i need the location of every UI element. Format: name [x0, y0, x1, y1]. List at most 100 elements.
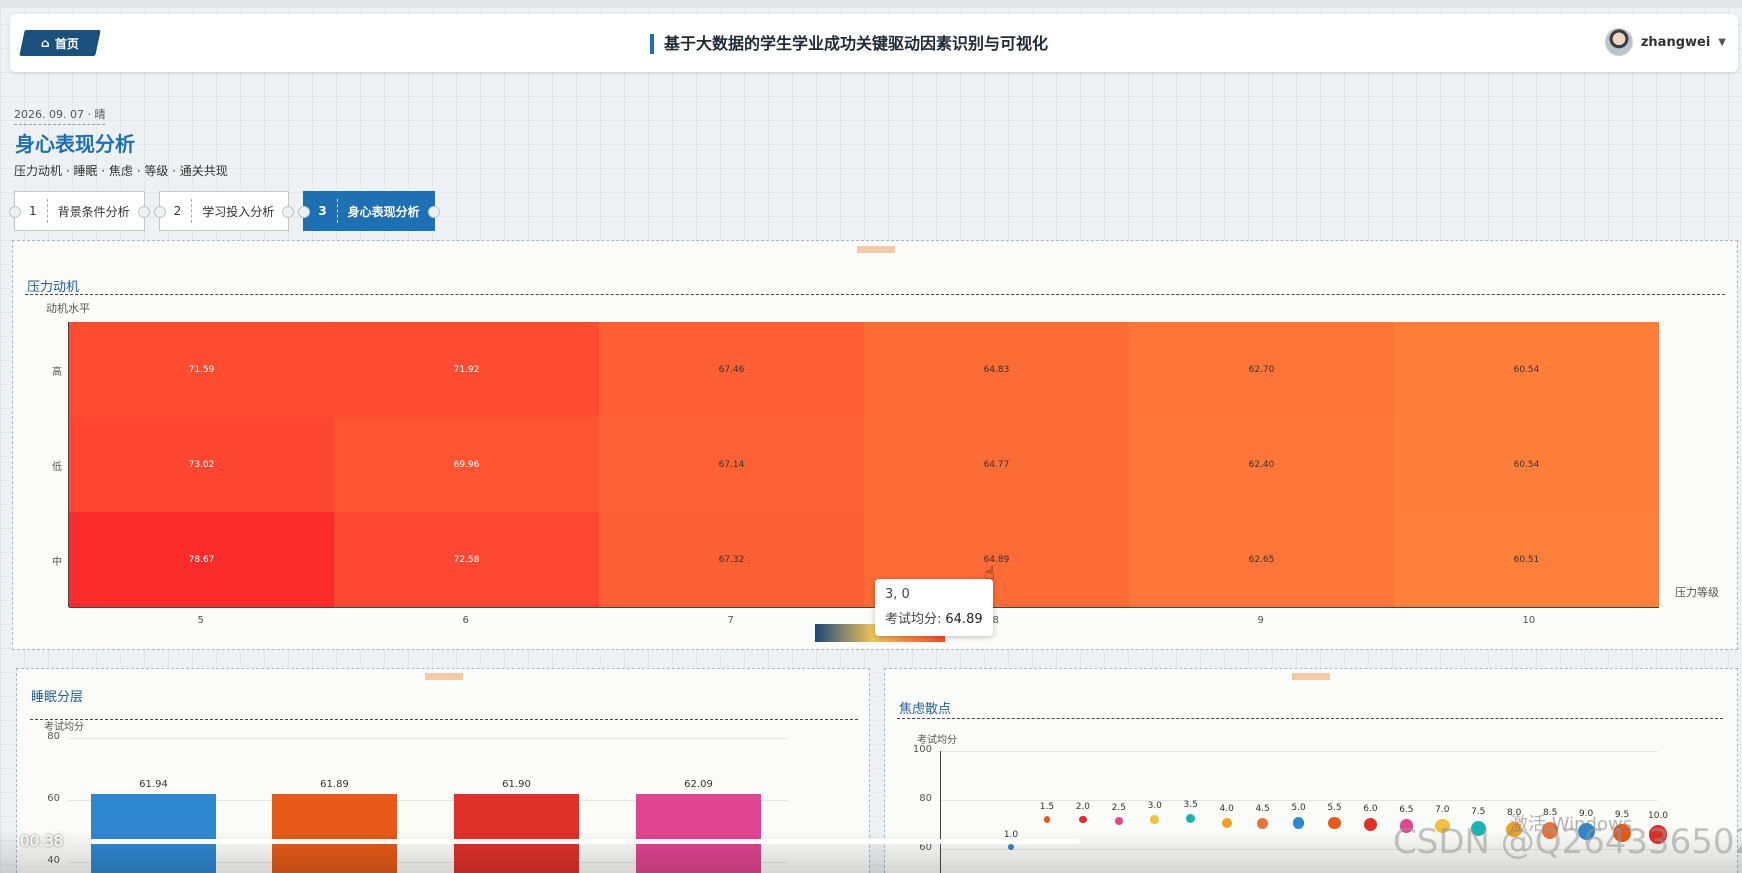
- heatmap-cell: 69.96: [334, 417, 599, 512]
- y-tick-label: 低: [52, 461, 62, 473]
- point-label: 3.0: [1147, 801, 1162, 812]
- point-label: 5.5: [1327, 803, 1342, 814]
- hand-cursor-icon: ☝: [984, 563, 995, 584]
- step-tabs: 1 背景条件分析 2 学习投入分析 3 身心表现分析: [9, 191, 441, 231]
- heatmap-cell: 72.58: [334, 512, 599, 607]
- page-subtitle: 压力动机 · 睡眠 · 焦虑 · 等级 · 通关共现: [14, 164, 228, 178]
- point-label: 4.0: [1219, 804, 1234, 815]
- y-tick-label: 80: [47, 731, 60, 742]
- step-number: 2: [174, 199, 193, 223]
- heatmap-cell: 60.54: [1394, 322, 1659, 417]
- heatmap-cell: 62.70: [1129, 322, 1394, 417]
- step-tab-background[interactable]: 1 背景条件分析: [9, 191, 150, 231]
- bar-value-label: 62.09: [684, 778, 713, 790]
- weather-text: 晴: [94, 108, 106, 121]
- y-tick-label: 高: [52, 366, 62, 378]
- home-icon: ⌂: [40, 36, 50, 50]
- date-text: 2026. 09. 07: [14, 108, 84, 121]
- date-weather-line: 2026. 09. 07 · 晴: [14, 106, 106, 125]
- title-divider: [30, 719, 858, 720]
- x-axis-name: 压力等级: [1675, 586, 1719, 599]
- heatmap-cell: 67.14: [599, 417, 864, 512]
- home-button[interactable]: ⌂ 首页: [19, 30, 101, 56]
- scatter-point: [1257, 817, 1269, 829]
- tape-decoration: [857, 246, 895, 253]
- point-label: 10.0: [1647, 811, 1669, 821]
- x-tick-label: 5: [197, 615, 204, 626]
- heatmap-cell: 62.40: [1129, 417, 1394, 512]
- bar-value-label: 61.90: [502, 779, 531, 791]
- x-tick-label: 7: [727, 615, 734, 626]
- point-label: 3.5: [1183, 799, 1198, 810]
- point-label: 5.0: [1291, 803, 1306, 814]
- y-tick-label: 中: [52, 556, 62, 568]
- step-label: 学习投入分析: [202, 204, 275, 219]
- heatmap-tooltip: 3, 0 考试均分: 64.89: [875, 579, 993, 636]
- video-progress-bar[interactable]: [90, 839, 1080, 844]
- y-axis-line: [68, 322, 69, 607]
- scatter-point: [1328, 817, 1341, 830]
- y-tick-label: 80: [919, 793, 932, 804]
- point-label: 1.5: [1039, 802, 1055, 813]
- point-label: 2.5: [1111, 802, 1126, 813]
- heatmap-cell: 64.77: [864, 417, 1129, 512]
- heatmap-title: 压力动机: [27, 280, 80, 295]
- grid-line: [940, 800, 1658, 801]
- anxiety-chart-title: 焦虑散点: [899, 702, 952, 717]
- bar-value-label: 61.94: [139, 778, 168, 790]
- step-label: 身心表现分析: [347, 204, 420, 219]
- browser-top-strip: [0, 0, 1742, 8]
- step-tab-wellbeing[interactable]: 3 身心表现分析: [298, 191, 441, 231]
- y-tick-label: 100: [912, 744, 932, 755]
- heatmap-cell: 67.32: [599, 512, 864, 607]
- x-tick-label: 10: [1522, 615, 1536, 626]
- heatmap-cell: 67.46: [599, 322, 864, 417]
- tape-decoration: [425, 673, 463, 680]
- x-axis-line: [69, 607, 1659, 608]
- top-navbar: ⌂ 首页 基于大数据的学生学业成功关键驱动因素识别与可视化 zhangwei ▼: [10, 14, 1738, 72]
- scatter-point: [1043, 816, 1051, 823]
- point-label: 7.5: [1471, 806, 1486, 817]
- heatmap-cell: 60.51: [1394, 512, 1659, 607]
- step-number: 1: [29, 199, 48, 223]
- tape-decoration: [1292, 673, 1330, 680]
- point-label: 6.5: [1399, 804, 1414, 815]
- grid-line: [68, 738, 788, 739]
- heatmap-cell: 64.83: [864, 322, 1129, 417]
- app-title: 基于大数据的学生学业成功关键驱动因素识别与可视化: [650, 34, 1048, 54]
- point-label: 2.0: [1075, 801, 1091, 812]
- x-tick-label: 6: [462, 615, 469, 626]
- heatmap-cell: 78.67: [69, 512, 334, 607]
- tooltip-label: 考试均分:: [885, 612, 942, 627]
- heatmap-cell: 62.65: [1129, 512, 1394, 607]
- grid-line: [940, 751, 1658, 752]
- x-tick-label: 8: [992, 615, 999, 626]
- step-number: 3: [318, 199, 338, 223]
- heatmap-cell: 71.92: [334, 322, 599, 417]
- scatter-point: [1079, 815, 1087, 824]
- step-label: 背景条件分析: [57, 204, 130, 219]
- heatmap-cell: 60.54: [1394, 417, 1659, 512]
- x-tick-label: 9: [1257, 615, 1264, 626]
- point-label: 4.5: [1255, 803, 1270, 814]
- page-title: 身心表现分析: [15, 132, 135, 156]
- scatter-point: [1114, 816, 1123, 825]
- y-tick-label: 60: [47, 793, 60, 804]
- heatmap-cell: 71.59: [69, 322, 334, 417]
- home-label: 首页: [55, 36, 80, 51]
- csdn-watermark: CSDN @Q2643365023: [1393, 822, 1742, 862]
- avatar: [1604, 28, 1633, 56]
- user-menu[interactable]: zhangwei ▼: [1604, 28, 1726, 56]
- video-time: 00:38: [20, 832, 64, 850]
- caret-down-icon: ▼: [1718, 36, 1726, 48]
- sleep-chart-title: 睡眠分层: [31, 690, 84, 705]
- y-axis-name: 动机水平: [46, 302, 90, 315]
- heatmap-cell: 73.02: [69, 417, 334, 512]
- tooltip-value: 64.89: [945, 612, 983, 627]
- tooltip-title: 3, 0: [885, 587, 910, 602]
- username: zhangwei: [1640, 34, 1711, 50]
- point-label: 6.0: [1363, 804, 1378, 814]
- step-tab-learning[interactable]: 2 学习投入分析: [153, 191, 294, 231]
- title-divider: [897, 718, 1723, 719]
- title-divider: [25, 294, 1725, 295]
